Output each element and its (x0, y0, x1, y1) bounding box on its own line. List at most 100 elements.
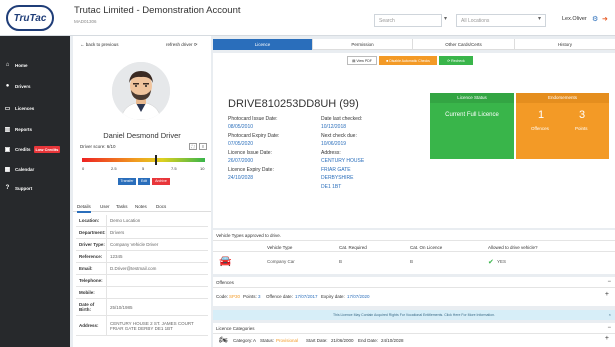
disable-checks-label: Disable Automatic Checks (389, 58, 430, 63)
detail-row: Mobile: (76, 287, 208, 299)
tab-tasks[interactable]: Tasks (116, 204, 128, 209)
collapse-icon[interactable]: − (607, 277, 611, 288)
column-header: Allowed to drive vehicle? (488, 245, 538, 250)
end-date: 24/10/2028 (381, 338, 404, 343)
sidebar-item-credits[interactable]: ▣ Credits Low Credits (0, 142, 70, 156)
chevron-down-icon[interactable]: ▾ (444, 15, 447, 22)
offence-code-label: Code: (216, 294, 229, 299)
sidebar-item-label: Drivers (15, 83, 31, 89)
tab-history[interactable]: History (515, 39, 615, 50)
collapse-icon[interactable]: − (607, 323, 611, 334)
user-icon: ● (5, 83, 10, 89)
licence-categories-section: Licence Categories − 🏍 Category: A Status… (213, 323, 615, 347)
column-header: Cat. On Licence (410, 245, 443, 250)
offences-label: Offences (531, 126, 549, 131)
refresh-label: refresh driver (166, 42, 193, 47)
locations-select[interactable]: All Locations (456, 14, 546, 27)
licence-status-heading: Licence Status (430, 93, 514, 103)
table-row: 🚘 Company Car B B ✔ YES (213, 253, 615, 273)
sidebar-item-label: Licences (15, 105, 35, 111)
detail-row: Telephone: (76, 275, 208, 287)
licence-status-value: Current Full Licence (445, 112, 499, 118)
transfer-button[interactable]: Transfer (118, 178, 136, 185)
sidebar-item-calendar[interactable]: ▦ Calendar (0, 162, 70, 176)
tab-licence[interactable]: Licence (213, 39, 313, 50)
tab-docs[interactable]: Docs (156, 204, 166, 209)
driver-score-marker (154, 155, 157, 165)
offence-points-label: Points: (243, 294, 257, 299)
refresh-icon: ⟳ (193, 42, 198, 47)
detail-key: Email: (76, 263, 107, 274)
vehicle-types-heading: Vehicle Types approved to drive. (213, 230, 615, 241)
archive-button[interactable]: Archive (152, 178, 170, 185)
score-info-button[interactable]: ≡ (199, 143, 207, 150)
sidebar: ⌂ Home ● Drivers ▭ Licences ▥ Reports ▣ … (0, 36, 70, 347)
offence-date-label: Offence date: (266, 294, 293, 299)
chart-icon: ▥ (4, 126, 11, 133)
disable-checks-button[interactable]: ■ Disable Automatic Checks (379, 56, 437, 65)
start-date: 21/06/2000 (331, 338, 354, 343)
column-header: Vehicle Type (267, 245, 293, 250)
offences-count: 1 (538, 109, 545, 121)
gear-icon[interactable]: ⚙ (592, 15, 598, 23)
search-input[interactable]: Search (374, 14, 442, 27)
tab-permission[interactable]: Permission (313, 39, 413, 50)
view-pdf-button[interactable]: ▤ View PDF (347, 56, 377, 65)
driver-profile-panel: ← back to previous refresh driver ⟳ Dani… (73, 36, 211, 347)
driver-name: Daniel Desmond Driver (103, 131, 181, 140)
allowed-value: YES (497, 259, 507, 264)
licence-tabs: Licence Permission Other Cards/Certs His… (213, 39, 615, 50)
detail-value: CENTURY HOUSE 2 ST. JAMES COURT FRIAR GA… (110, 320, 194, 331)
photocard-issue-label: Photocard Issue Date: (228, 116, 278, 122)
tab-details[interactable]: Details (77, 204, 91, 213)
last-checked-value: 10/12/2018 (321, 124, 347, 130)
driver-score-label: Driver score: 6/10 (80, 144, 116, 149)
licence-status-box: Licence Status Current Full Licence (430, 93, 514, 159)
tab-notes[interactable]: Notes (135, 204, 147, 209)
endorsements-box: Endorsements 1 3 Offences Points (516, 93, 609, 159)
next-check-label: Next check due: (321, 133, 357, 139)
tab-other-cards[interactable]: Other Cards/Certs (413, 39, 515, 50)
user-name[interactable]: Lex.Oliver (562, 16, 587, 22)
category-value: A (253, 338, 257, 343)
back-link[interactable]: ← back to previous (80, 42, 119, 47)
score-expand-button[interactable]: ⛶ (189, 143, 197, 150)
close-icon[interactable]: × (609, 310, 611, 320)
account-code: MAD01306 (74, 19, 97, 24)
recheck-button[interactable]: ⟳ Recheck (439, 56, 473, 65)
category-label: Category: (233, 338, 253, 343)
sidebar-item-reports[interactable]: ▥ Reports (0, 122, 70, 136)
detail-key: Reference: (76, 251, 107, 262)
detail-key: Driver Type: (76, 239, 107, 250)
trutac-logo[interactable]: TruTac (6, 5, 54, 31)
end-date-label: End Date: (358, 338, 379, 343)
acquired-rights-alert[interactable]: This Licence May Contain Acquired Rights… (213, 310, 615, 320)
expand-icon[interactable]: + (605, 291, 609, 298)
category-status: Provisional (276, 338, 299, 343)
sidebar-item-label: Reports (15, 126, 33, 132)
detail-value: 12345 (110, 254, 123, 259)
score-tick: 7.5 (171, 166, 177, 171)
edit-button[interactable]: Edit (138, 178, 150, 185)
offence-expiry: 17/07/2020 (347, 294, 370, 299)
vehicle-type: Company Car (267, 259, 295, 264)
top-bar: TruTac Trutac Limited - Demonstration Ac… (0, 0, 615, 36)
expand-icon[interactable]: + (605, 335, 609, 342)
licence-card: ▤ View PDF ■ Disable Automatic Checks ⟳ … (213, 53, 615, 228)
sidebar-item-drivers[interactable]: ● Drivers (0, 79, 70, 93)
tab-user[interactable]: User (100, 204, 110, 209)
sign-out-icon[interactable]: ➜ (602, 15, 608, 23)
refresh-driver-link[interactable]: refresh driver ⟳ (166, 42, 198, 48)
sidebar-item-licences[interactable]: ▭ Licences (0, 101, 70, 115)
address-line: DERBYSHIRE (321, 175, 354, 181)
column-header: Cat. Required (339, 245, 367, 250)
score-tick: 2.5 (111, 166, 117, 171)
detail-row: Address: CENTURY HOUSE 2 ST. JAMES COURT … (76, 316, 208, 336)
sidebar-item-home[interactable]: ⌂ Home (0, 58, 70, 72)
avatar (112, 62, 170, 120)
licence-issue-value: 26/07/2000 (228, 158, 254, 164)
back-label: back to previous (85, 42, 119, 47)
offence-points: 3 (258, 294, 261, 299)
sidebar-item-support[interactable]: ? Support (0, 181, 70, 195)
address-line: DE1 1BT (321, 184, 342, 190)
